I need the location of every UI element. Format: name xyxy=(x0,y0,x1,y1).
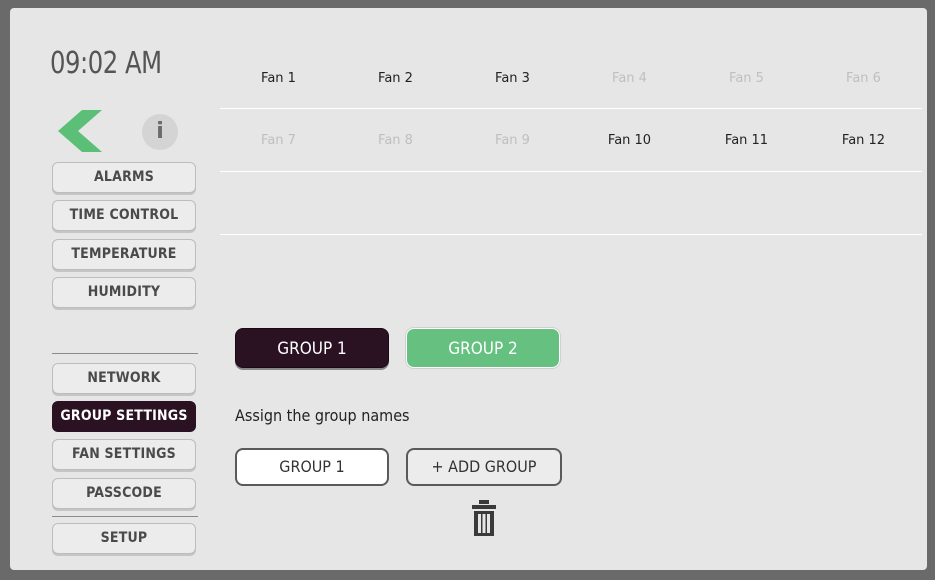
fan-item[interactable]: Fan 2 xyxy=(337,71,454,86)
trash-icon[interactable] xyxy=(472,500,496,536)
info-icon[interactable]: i xyxy=(142,114,178,150)
fan-item[interactable]: Fan 7 xyxy=(220,133,337,148)
nav-setup[interactable]: SETUP xyxy=(52,523,196,554)
nav-fan-settings[interactable]: FAN SETTINGS xyxy=(52,439,196,470)
fan-row: Fan 7 Fan 8 Fan 9 Fan 10 Fan 11 Fan 12 xyxy=(220,133,922,148)
fan-item[interactable]: Fan 4 xyxy=(571,71,688,86)
fan-item[interactable]: Fan 11 xyxy=(688,133,805,148)
nav-alarms[interactable]: ALARMS xyxy=(52,162,196,193)
fan-row: Fan 1 Fan 2 Fan 3 Fan 4 Fan 5 Fan 6 xyxy=(220,71,922,86)
group-name-input[interactable]: GROUP 1 xyxy=(235,448,389,486)
fan-item[interactable]: Fan 6 xyxy=(805,71,922,86)
row-divider xyxy=(220,234,922,235)
group-tab-1[interactable]: GROUP 1 xyxy=(235,328,389,368)
fan-item[interactable]: Fan 9 xyxy=(454,133,571,148)
nav-temperature[interactable]: TEMPERATURE xyxy=(52,239,196,270)
fan-item[interactable]: Fan 8 xyxy=(337,133,454,148)
nav-humidity[interactable]: HUMIDITY xyxy=(52,277,196,308)
nav-passcode[interactable]: PASSCODE xyxy=(52,478,196,509)
add-group-button[interactable]: + ADD GROUP xyxy=(406,448,562,486)
nav-network[interactable]: NETWORK xyxy=(52,363,196,394)
screen: 09:02 AM i ALARMS TIME CONTROL TEMPERATU… xyxy=(10,8,927,570)
assign-label: Assign the group names xyxy=(235,406,410,425)
fan-item[interactable]: Fan 3 xyxy=(454,71,571,86)
nav-group-settings[interactable]: GROUP SETTINGS xyxy=(52,401,196,432)
fan-item[interactable]: Fan 5 xyxy=(688,71,805,86)
nav-divider xyxy=(52,353,198,354)
nav-divider xyxy=(52,516,198,517)
fan-item[interactable]: Fan 10 xyxy=(571,133,688,148)
row-divider xyxy=(220,171,922,172)
back-arrow-icon[interactable] xyxy=(58,110,102,152)
fan-item[interactable]: Fan 12 xyxy=(805,133,922,148)
clock: 09:02 AM xyxy=(50,46,162,81)
group-tab-2[interactable]: GROUP 2 xyxy=(406,328,560,368)
fan-item[interactable]: Fan 1 xyxy=(220,71,337,86)
nav-time-control[interactable]: TIME CONTROL xyxy=(52,200,196,231)
row-divider xyxy=(220,108,922,109)
